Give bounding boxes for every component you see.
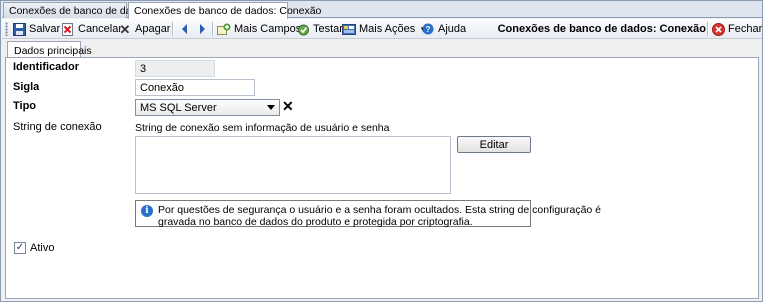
sigla-label: Sigla <box>13 81 40 93</box>
more-fields-button[interactable]: Mais Campos <box>217 20 301 38</box>
toolbar-title: Conexões de banco de dados: Conexão <box>497 23 706 35</box>
string-conexao-textarea[interactable] <box>135 136 451 194</box>
test-button[interactable]: Testar <box>296 20 343 38</box>
arrow-left-icon <box>178 22 192 36</box>
doc-tab-connection[interactable]: Conexões de banco de dados: Conexão <box>128 2 321 19</box>
delete-label: Apagar <box>135 23 171 35</box>
dropdown-arrow-icon <box>267 105 275 110</box>
cancel-button[interactable]: Cancelar <box>61 20 122 38</box>
string-conexao-hint: String de conexão sem informação de usuá… <box>135 122 390 134</box>
tipo-selected-value: MS SQL Server <box>140 102 217 114</box>
help-icon: ? <box>421 22 435 36</box>
doc-tab-list[interactable]: Conexões de banco de dados <box>3 2 149 18</box>
checkmark-icon: ✓ <box>15 242 25 253</box>
next-button[interactable] <box>195 20 212 38</box>
window-frame: Conexões de banco de dados Conexões de b… <box>0 0 763 302</box>
svg-text:?: ? <box>426 25 431 34</box>
help-button[interactable]: ? Ajuda <box>421 20 466 38</box>
identificador-label: Identificador <box>13 61 80 73</box>
info-text-line-1: Por questões de segurança o usuário e a … <box>158 204 602 216</box>
document-tab-strip: Conexões de banco de dados Conexões de b… <box>2 1 762 19</box>
more-fields-label: Mais Campos <box>234 23 302 35</box>
edit-button[interactable]: Editar <box>457 136 531 153</box>
delete-button[interactable]: ✕ Apagar <box>118 20 171 38</box>
toolbar: Salvar Cancelar ✕ Apagar Mais Campos Tes… <box>2 19 762 39</box>
toolbar-grip[interactable] <box>5 22 8 36</box>
floppy-disk-icon <box>12 22 26 36</box>
cancel-label: Cancelar <box>78 23 123 35</box>
close-button[interactable]: Fechar <box>711 20 762 38</box>
save-button[interactable]: Salvar <box>12 20 60 38</box>
security-info-box: i Por questões de segurança o usuário e … <box>135 200 602 228</box>
string-conexao-label: String de conexão <box>13 121 102 133</box>
tipo-select[interactable]: MS SQL Server <box>135 99 280 116</box>
close-icon <box>711 22 725 36</box>
close-label: Fechar <box>728 23 763 35</box>
test-label: Testar <box>313 23 343 35</box>
more-actions-label: Mais Ações <box>359 23 416 35</box>
toolbar-separator <box>212 22 213 36</box>
toolbar-separator <box>707 22 708 36</box>
previous-button[interactable] <box>178 20 195 38</box>
identificador-field: 3 <box>135 60 215 77</box>
delete-x-icon: ✕ <box>119 21 131 37</box>
arrow-right-icon <box>195 22 209 36</box>
more-actions-button[interactable]: Mais Ações ▼ <box>342 20 427 38</box>
help-label: Ajuda <box>438 23 467 35</box>
ativo-checkbox[interactable]: ✓ <box>14 242 26 254</box>
info-text-line-2: gravada no banco de dados do produto e p… <box>158 216 473 228</box>
test-icon <box>296 22 310 36</box>
info-icon: i <box>141 205 153 217</box>
actions-icon <box>342 22 356 36</box>
ativo-label: Ativo <box>30 242 55 254</box>
form-panel: Identificador 3 Sigla Conexão Tipo MS SQ… <box>5 57 759 299</box>
sigla-input[interactable]: Conexão <box>135 79 255 96</box>
toolbar-separator <box>172 22 173 36</box>
fields-icon <box>217 22 231 36</box>
tipo-label: Tipo <box>13 100 37 112</box>
cancel-document-icon <box>61 22 75 36</box>
section-tab-strip: Dados principais <box>2 40 762 59</box>
clear-tipo-icon[interactable]: ✕ <box>282 98 294 115</box>
save-label: Salvar <box>29 23 61 35</box>
